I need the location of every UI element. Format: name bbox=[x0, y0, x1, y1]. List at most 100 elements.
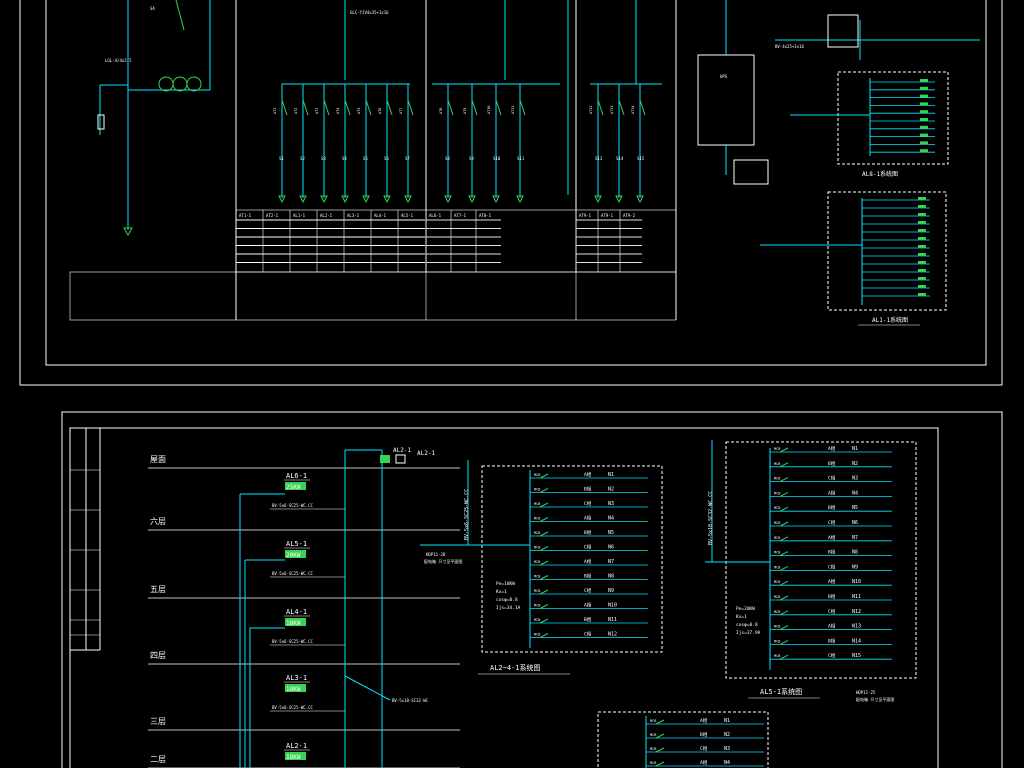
svg-text:MCB: MCB bbox=[534, 589, 540, 593]
svg-text:SA: SA bbox=[150, 6, 155, 11]
circuit-phase: A相 bbox=[700, 759, 708, 766]
al51-incomer: HDP11-25 bbox=[856, 690, 876, 695]
circuit-row: MCB B相 N5 bbox=[530, 529, 648, 537]
svg-text:MCB: MCB bbox=[534, 531, 540, 535]
branch-id: S8 bbox=[445, 156, 450, 161]
table-header: AL5-1 bbox=[401, 213, 414, 218]
panel-param: Ijs=37.9A bbox=[736, 630, 761, 636]
svg-text:MCB: MCB bbox=[650, 719, 656, 723]
branch-id: S15 bbox=[637, 156, 645, 161]
bottom-sheet: 屋面六层五层四层三层二层 AL2-1 AL2-1 BV-5x10-SC32-WC… bbox=[61, 411, 1003, 768]
panel-al1-title: AL1-1系统图 bbox=[872, 316, 908, 324]
panel-param: Ijs=34.1A bbox=[496, 605, 521, 611]
circuit-phase: C相 bbox=[828, 475, 836, 482]
circuit-row: MCB A相 N13 bbox=[770, 623, 892, 631]
circuit-id: N14 bbox=[852, 638, 861, 644]
branch-circuit: AT9 S9 bbox=[463, 84, 478, 204]
circuit-id: N7 bbox=[852, 535, 858, 541]
svg-text:MCB: MCB bbox=[534, 560, 540, 564]
circuit-id: N3 bbox=[724, 746, 730, 752]
circuit-phase: C相 bbox=[828, 563, 836, 570]
circuit-id: N6 bbox=[852, 520, 858, 526]
circuit-row: MCB B相 N8 bbox=[530, 573, 648, 580]
riser bbox=[239, 449, 391, 768]
circuit-row: MCB B相 N5 bbox=[770, 504, 892, 512]
circuit-phase: A相 bbox=[584, 471, 592, 478]
right-feed-cable: BV-4x25+1x16 bbox=[775, 44, 804, 49]
top-right-feed bbox=[775, 14, 980, 60]
branch-circuit: AT12 S13 bbox=[589, 84, 604, 204]
svg-text:MCB: MCB bbox=[774, 625, 780, 629]
table-header: AL6-1 bbox=[429, 213, 442, 218]
bottom-sheet-frame bbox=[61, 411, 1003, 768]
circuit-phase: C相 bbox=[584, 544, 592, 551]
floor-panel-cable: BV-5x6-SC25-WC.CC bbox=[272, 705, 314, 710]
svg-text:MCB: MCB bbox=[534, 502, 540, 506]
main-cable: GLC-YJV4x35+1x16 bbox=[350, 10, 389, 15]
feeder-note: LGL-4/4x2.5 bbox=[105, 58, 132, 63]
panel-param: cosφ=0.8 bbox=[736, 622, 758, 628]
branch-label: AT9 bbox=[463, 108, 467, 114]
svg-text:MCB: MCB bbox=[534, 575, 540, 579]
circuit-phase: C相 bbox=[828, 608, 836, 615]
circuit-row: MCB A相 N1 bbox=[770, 445, 892, 453]
branch-circuit: AT2 S2 bbox=[294, 84, 309, 204]
branch-id: S1 bbox=[279, 156, 284, 161]
circuit-phase: A相 bbox=[584, 558, 592, 565]
circuit-phase: B相 bbox=[828, 593, 836, 600]
branch-label: AT8 bbox=[439, 108, 443, 114]
branch-id: S3 bbox=[321, 156, 326, 161]
circuit-row: MCB C相 N6 bbox=[530, 544, 648, 551]
circuit-phase: B相 bbox=[584, 486, 592, 493]
circuit-phase: B相 bbox=[700, 731, 708, 738]
floor-panel: AL2-118KWBV-5x6-SC25-WC.CC bbox=[284, 742, 310, 761]
branch-circuit: AT13 S14 bbox=[610, 84, 625, 204]
floor-label: 三层 bbox=[150, 717, 166, 726]
circuit-id: N2 bbox=[608, 487, 614, 493]
branch-circuit: AT8 S8 bbox=[439, 84, 454, 204]
svg-text:MCB: MCB bbox=[534, 604, 540, 608]
floor-panel-name: AL3-1 bbox=[286, 674, 307, 682]
circuit-row: MCB A相 N10 bbox=[770, 578, 892, 586]
floor-panel-power: 18KW bbox=[286, 686, 301, 693]
table-header: AT7-1 bbox=[454, 213, 467, 218]
bottom-partial-circuits: MCB A相 N1 MCB B相 N2 MCB C相 N3 MCB A相 N4 bbox=[646, 717, 764, 767]
circuit-phase: A相 bbox=[700, 717, 708, 724]
circuit-phase: A相 bbox=[828, 445, 836, 452]
panel-param: Pe=18KW bbox=[496, 581, 515, 587]
ups-block bbox=[697, 0, 769, 185]
svg-text:MCB: MCB bbox=[534, 546, 540, 550]
circuit-id: N10 bbox=[852, 579, 861, 585]
circuit-id: N7 bbox=[608, 559, 614, 565]
circuit-phase: B相 bbox=[584, 529, 592, 536]
panel-param: cosφ=0.8 bbox=[496, 597, 518, 603]
floor-label: 六层 bbox=[150, 516, 166, 526]
svg-text:MCB: MCB bbox=[774, 506, 780, 510]
floor-panel: AL5-1 20KW BV-5x6-SC25-WC.CC bbox=[270, 540, 345, 578]
circuit-row: MCB C相 N12 bbox=[770, 608, 892, 616]
circuit-id: N9 bbox=[852, 564, 858, 570]
circuit-id: N15 bbox=[852, 653, 861, 659]
floor-panel-name: AL6-1 bbox=[286, 472, 307, 480]
circuit-phase: A相 bbox=[584, 515, 592, 522]
circuit-phase: A相 bbox=[828, 489, 836, 496]
circuit-row: MCB A相 N4 bbox=[646, 759, 764, 767]
al51-feed-cable: BV-5x10-SC32-WC.CC bbox=[708, 491, 714, 545]
svg-text:MCB: MCB bbox=[774, 447, 780, 451]
panel-al8-title: AL8-1系统图 bbox=[862, 170, 898, 178]
circuit-phase: C相 bbox=[584, 500, 592, 507]
circuit-id: N1 bbox=[724, 718, 730, 724]
floor-panel-power: 18KW bbox=[286, 754, 301, 761]
branch-label: AT6 bbox=[378, 108, 382, 114]
floor-panel: AL4-1 18KW BV-5x6-SC25-WC.CC bbox=[270, 608, 345, 646]
circuit-row: MCB C相 N15 bbox=[770, 652, 892, 660]
circuit-id: N12 bbox=[608, 632, 617, 638]
circuit-id: N6 bbox=[608, 545, 614, 551]
circuit-row: MCB B相 N2 bbox=[530, 486, 648, 493]
circuit-id: N2 bbox=[852, 461, 858, 467]
circuit-row: MCB C相 N9 bbox=[530, 587, 648, 595]
circuit-id: N1 bbox=[608, 472, 614, 478]
circuit-phase: A相 bbox=[828, 623, 836, 630]
svg-text:MCB: MCB bbox=[534, 488, 540, 492]
table-header: AL3-1 bbox=[347, 213, 360, 218]
